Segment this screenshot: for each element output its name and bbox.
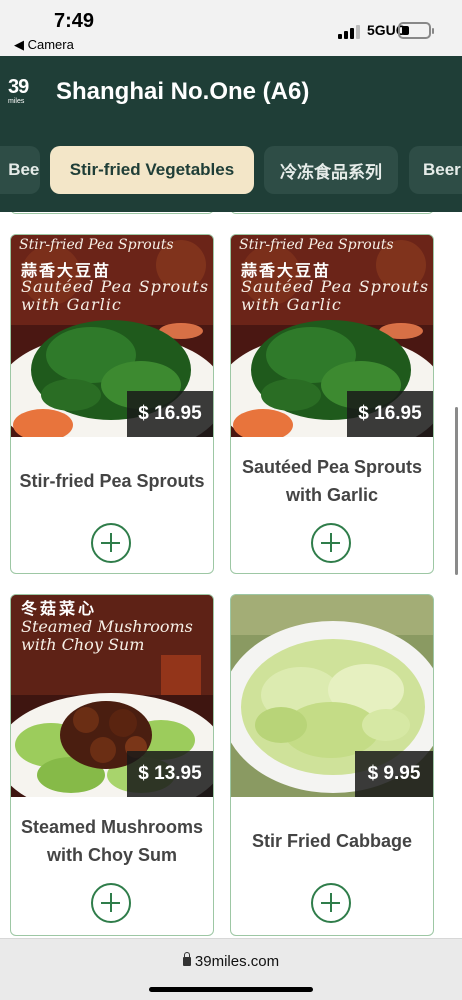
photo-english-name-2: with Garlic (241, 295, 342, 314)
url-field[interactable]: 39miles.com (0, 952, 462, 970)
menu-grid: Stir-fried Pea Sprouts 蒜香大豆苗 Sautéed Pea… (0, 212, 462, 938)
price-tag: $ 16.95 (127, 391, 213, 437)
photo-english-name-2: with Garlic (21, 295, 122, 314)
photo-english-name: Sautéed Pea Sprouts (21, 277, 210, 296)
price-tag: $ 9.95 (355, 751, 433, 797)
menu-item-card[interactable]: $ 9.95 Stir Fried Cabbage (230, 594, 434, 936)
photo-caption: Stir-fried Pea Sprouts (19, 237, 174, 253)
tab-frozen-food[interactable]: 冷冻食品系列 (264, 146, 398, 194)
dish-photo: Stir-fried Pea Sprouts 蒜香大豆苗 Sautéed Pea… (11, 235, 213, 437)
restaurant-title: Shanghai No.One (A6) (56, 78, 310, 105)
restaurant-header: 39 miles Shanghai No.One (A6) Beer Stir-… (0, 56, 462, 212)
status-bar: 7:49 ◀ Camera 5GUC (0, 0, 462, 56)
add-to-cart-button[interactable] (91, 523, 131, 563)
dish-photo: Stir-fried Pea Sprouts 蒜香大豆苗 Sautéed Pea… (231, 235, 433, 437)
item-name: Stir-fried Pea Sprouts (19, 471, 205, 491)
back-to-camera-link[interactable]: ◀ Camera (14, 37, 74, 53)
item-name: Sautéed Pea Sprouts with Garlic (241, 457, 423, 505)
item-name: Stir Fried Cabbage (251, 831, 413, 851)
item-name: Steamed Mushrooms with Choy Sum (20, 817, 204, 865)
lock-icon (182, 952, 191, 966)
browser-address-bar: 39miles.com (0, 938, 462, 1000)
photo-caption: Stir-fried Pea Sprouts (239, 237, 394, 253)
price-tag: $ 13.95 (127, 751, 213, 797)
photo-english-name: Steamed Mushrooms (21, 617, 193, 636)
photo-chinese-name: 冬菇菜心 (21, 599, 98, 618)
menu-item-card[interactable]: Stir-fried Pea Sprouts 蒜香大豆苗 Sautéed Pea… (230, 234, 434, 574)
category-tabs: Beer Stir-fried Vegetables 冷冻食品系列 Beer (0, 146, 462, 194)
add-to-cart-button[interactable] (311, 523, 351, 563)
photo-english-name-2: with Choy Sum (21, 635, 145, 654)
dish-photo: 冬菇菜心 Steamed Mushrooms with Choy Sum $ 1… (11, 595, 213, 797)
url-text: 39miles.com (194, 953, 280, 970)
home-indicator[interactable] (149, 987, 313, 992)
add-to-cart-button[interactable] (311, 883, 351, 923)
tab-stir-fried-vegetables[interactable]: Stir-fried Vegetables (50, 146, 254, 194)
add-to-cart-button[interactable] (91, 883, 131, 923)
tab-beer[interactable]: Beer (409, 146, 462, 194)
photo-english-name: Sautéed Pea Sprouts (241, 277, 430, 296)
previous-card-edge (10, 212, 214, 214)
39miles-logo[interactable]: 39 miles (8, 76, 40, 108)
cellular-signal-icon (338, 25, 360, 39)
previous-card-edge (230, 212, 434, 214)
battery-icon (398, 22, 434, 39)
scrollbar[interactable] (455, 407, 458, 575)
menu-item-card[interactable]: Stir-fried Pea Sprouts 蒜香大豆苗 Sautéed Pea… (10, 234, 214, 574)
dish-photo: $ 9.95 (231, 595, 433, 797)
status-time: 7:49 (54, 10, 95, 32)
price-tag: $ 16.95 (347, 391, 433, 437)
menu-item-card[interactable]: 冬菇菜心 Steamed Mushrooms with Choy Sum $ 1… (10, 594, 214, 936)
tab-previous-category[interactable]: Beer (0, 146, 40, 194)
